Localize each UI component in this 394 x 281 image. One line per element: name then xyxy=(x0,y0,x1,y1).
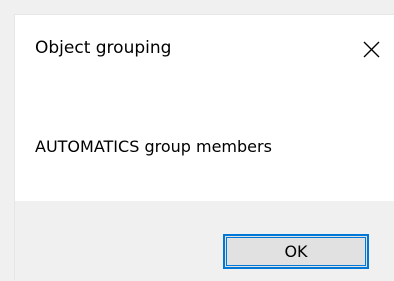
ok-button[interactable]: OK xyxy=(223,234,369,269)
dialog-message: AUTOMATICS group members xyxy=(35,137,272,156)
ok-button-label: OK xyxy=(284,242,308,261)
dialog-titlebar: Object grouping xyxy=(15,15,394,79)
dialog-window: Object grouping AUTOMATICS group members… xyxy=(14,14,394,281)
dialog-title: Object grouping xyxy=(35,38,172,58)
dialog-content: AUTOMATICS group members xyxy=(15,79,394,201)
dialog-footer: OK xyxy=(15,201,394,281)
close-button[interactable] xyxy=(348,29,394,69)
close-icon xyxy=(363,41,380,58)
